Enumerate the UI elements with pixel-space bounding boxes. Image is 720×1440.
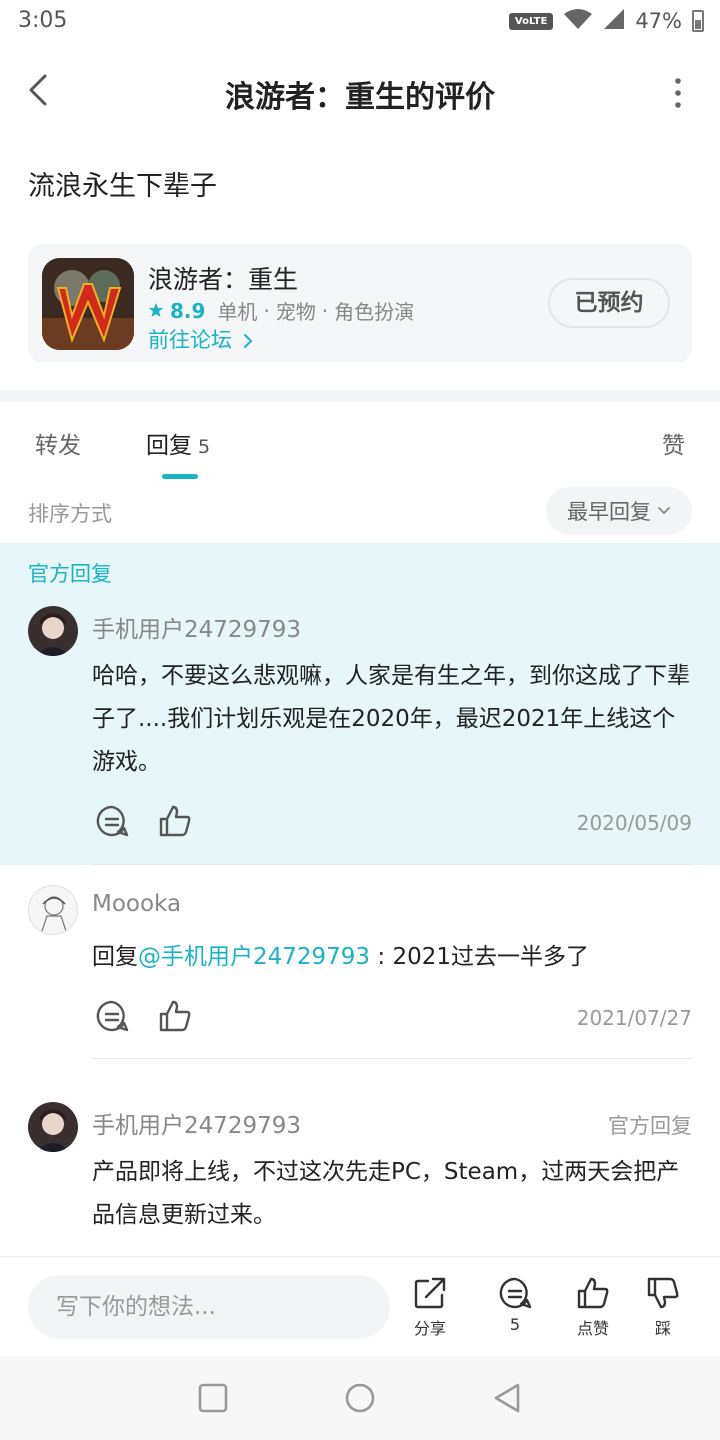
share-label: 分享	[413, 1319, 446, 1338]
reply-text: : 2021过去一半多了	[370, 944, 589, 970]
volte-icon: VoLTE	[508, 12, 554, 30]
thumbs-up-icon[interactable]	[157, 998, 193, 1034]
like-label: 点赞	[576, 1319, 609, 1338]
user-name[interactable]: 手机用户24729793	[92, 1106, 301, 1140]
tab-reply-count: 5	[198, 436, 211, 458]
thumbs-up-icon[interactable]	[157, 803, 193, 839]
home-button[interactable]	[342, 1380, 378, 1416]
avatar[interactable]	[28, 885, 78, 935]
review-text: 流浪永生下辈子	[28, 171, 217, 202]
system-nav-bar	[0, 1356, 720, 1440]
status-bar: 3:05 VoLTE 47%	[0, 0, 720, 44]
tag-separator: ·	[321, 298, 329, 323]
game-meta: 8.9 单机 · 宠物 · 角色扮演	[148, 296, 414, 325]
comment-icon[interactable]	[94, 803, 130, 839]
dislike-button[interactable]: 踩	[633, 1275, 693, 1345]
circle-icon	[345, 1383, 375, 1413]
comment-separator	[92, 1058, 692, 1059]
star-icon	[148, 299, 164, 323]
reserved-button[interactable]: 已预约	[548, 278, 670, 328]
game-tag: 单机	[217, 300, 258, 324]
nav-back-button[interactable]	[490, 1380, 526, 1416]
tab-forward[interactable]: 转发	[35, 426, 81, 460]
game-card[interactable]: 浪游者：重生 8.9 单机 · 宠物 · 角色扮演 前往论坛 已预约	[28, 244, 692, 362]
status-time: 3:05	[18, 8, 68, 33]
thumbs-down-icon	[647, 1277, 679, 1309]
comment-icon	[499, 1277, 532, 1309]
mention-link[interactable]: @手机用户24729793	[138, 944, 370, 970]
status-icons: VoLTE 47%	[508, 6, 704, 36]
user-name[interactable]: 手机用户24729793	[92, 610, 301, 644]
comment-text: 产品即将上线，不过这次先走PC，Steam，过两天会把产品信息更新过来。	[92, 1159, 680, 1228]
tag-separator: ·	[263, 298, 270, 323]
chevron-down-icon	[658, 507, 670, 515]
tab-like[interactable]: 赞	[662, 426, 685, 460]
battery-icon	[692, 10, 704, 32]
comment-count: 5	[509, 1315, 521, 1334]
forum-link-label: 前往论坛	[148, 328, 232, 352]
thumbs-up-icon	[577, 1277, 609, 1309]
tab-reply[interactable]: 回复 5	[146, 426, 210, 460]
bottom-action-bar: 分享 5 点赞 踩	[0, 1256, 720, 1356]
comment-text: 哈哈，不要这么悲观嘛，人家是有生之年，到你这成了下辈子了....我们计划乐观是在…	[92, 663, 690, 775]
signal-icon	[603, 8, 625, 35]
more-vertical-icon	[675, 78, 681, 108]
sort-label: 排序方式	[28, 502, 112, 526]
game-tag: 角色扮演	[334, 300, 415, 324]
title-bar: 浪游者：重生的评价	[0, 50, 720, 134]
avatar[interactable]	[28, 606, 78, 656]
like-button[interactable]: 点赞	[563, 1275, 623, 1345]
more-button[interactable]	[666, 76, 690, 110]
share-button[interactable]: 分享	[400, 1275, 460, 1345]
battery-text: 47%	[635, 9, 682, 33]
sort-value: 最早回复	[567, 500, 651, 524]
avatar[interactable]	[28, 1102, 78, 1152]
page-title: 浪游者：重生的评价	[225, 80, 495, 115]
game-icon[interactable]	[42, 258, 134, 350]
section-divider	[0, 390, 720, 402]
comment-date: 2021/07/27	[576, 1006, 692, 1030]
comment-count-button[interactable]: 5	[485, 1275, 545, 1345]
comment-date: 2020/05/09	[576, 811, 692, 835]
tab-bar: 转发 回复 5 赞	[0, 402, 720, 482]
triangle-back-icon	[494, 1383, 520, 1413]
comment-separator	[92, 864, 692, 865]
game-rating: 8.9	[170, 298, 206, 323]
forum-link[interactable]: 前往论坛	[148, 324, 255, 354]
game-tag: 宠物	[275, 300, 316, 324]
comment-icon[interactable]	[94, 998, 130, 1034]
chevron-right-icon	[243, 334, 253, 348]
official-reply-badge: 官方回复	[608, 1114, 692, 1138]
square-icon	[198, 1383, 228, 1413]
share-icon	[414, 1277, 446, 1309]
dislike-label: 踩	[654, 1319, 671, 1338]
active-tab-indicator	[162, 474, 198, 479]
user-name[interactable]: Moooka	[92, 891, 181, 917]
sort-dropdown[interactable]: 最早回复	[546, 487, 692, 535]
official-reply-tag: 官方回复	[28, 562, 112, 586]
comment-text: 回复@手机用户24729793 : 2021过去一半多了	[92, 936, 692, 979]
comment-input[interactable]	[28, 1275, 390, 1339]
game-name: 浪游者：重生	[148, 265, 299, 294]
wifi-icon	[563, 8, 593, 35]
tab-reply-label: 回复	[146, 433, 192, 459]
recent-apps-button[interactable]	[195, 1380, 231, 1416]
reply-prefix: 回复	[92, 944, 138, 970]
